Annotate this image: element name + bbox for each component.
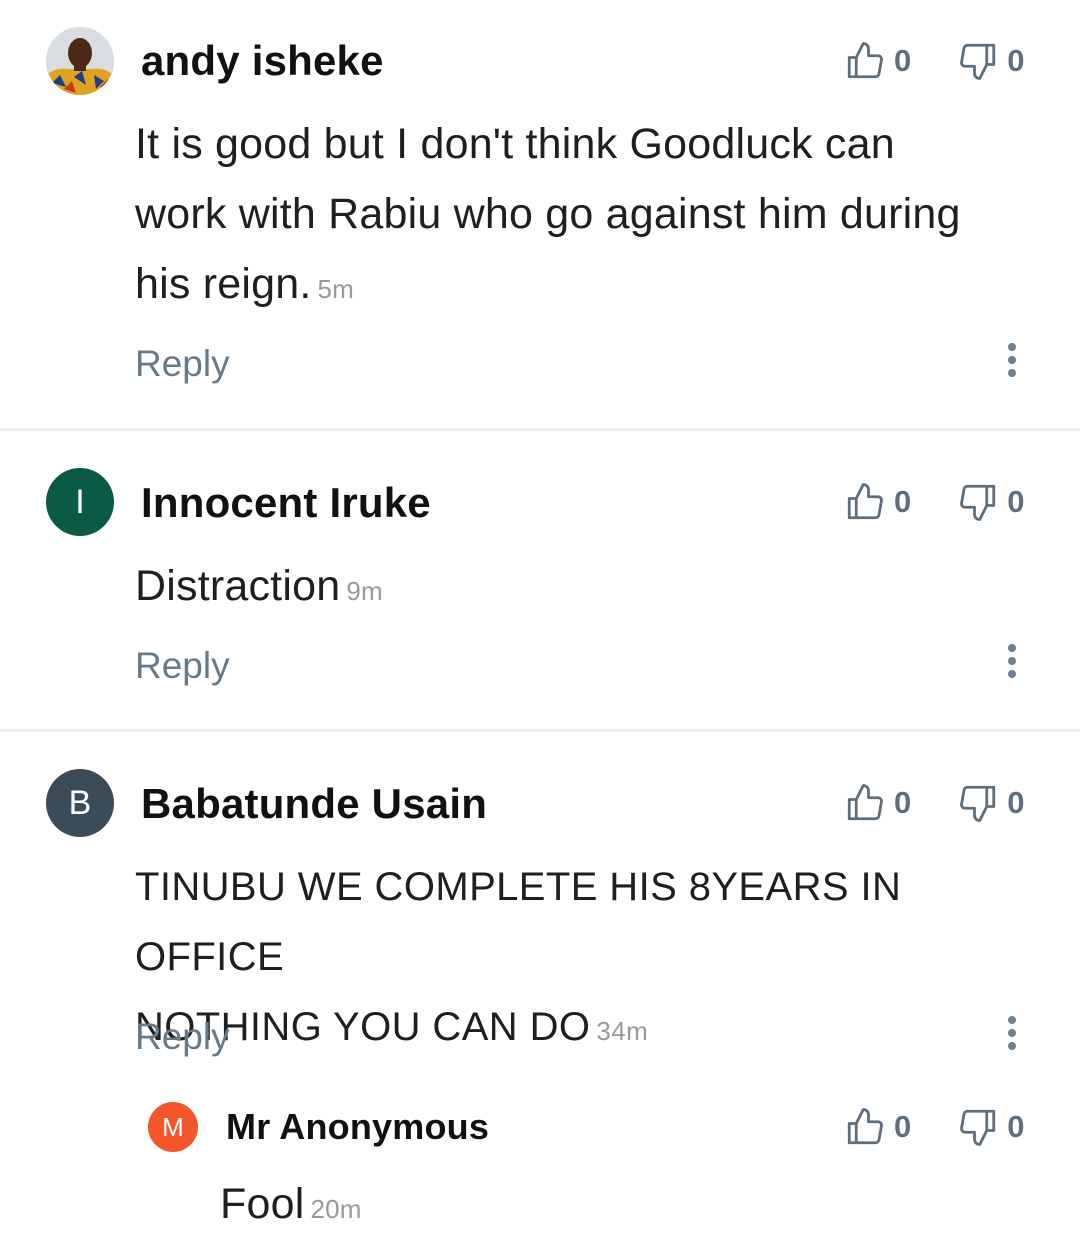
dislike-button[interactable]: 0: [957, 481, 1025, 523]
comment-timestamp: 5m: [317, 274, 355, 304]
vote-controls: 0 0: [844, 40, 1025, 82]
like-button[interactable]: 0: [844, 782, 911, 824]
comment-card: I Innocent Iruke 0 0 Distraction 9m Reply: [0, 431, 1080, 731]
dislike-count: 0: [1007, 1109, 1025, 1144]
like-count: 0: [894, 1109, 912, 1144]
comment-timestamp: 20m: [310, 1194, 362, 1224]
comment-timestamp: 9m: [346, 576, 383, 606]
more-vertical-icon: [1008, 644, 1016, 652]
comment-card: B Babatunde Usain 0 0 TINUBU WE COMPLETE…: [0, 732, 1080, 1238]
comment-author[interactable]: Babatunde Usain: [141, 780, 487, 828]
comment-line: It is good but I don't think Goodluck ca…: [135, 120, 895, 168]
dislike-button[interactable]: 0: [957, 40, 1025, 82]
more-options-button[interactable]: [1002, 1016, 1022, 1052]
comment-author[interactable]: Innocent Iruke: [141, 479, 431, 527]
reply-button[interactable]: Reply: [135, 1016, 230, 1058]
thumbs-up-icon: [847, 483, 883, 520]
avatar-initial: M: [162, 1111, 184, 1142]
more-options-button[interactable]: [1002, 343, 1022, 379]
comment-card: andy isheke 0 0 It is good but I don't t…: [0, 0, 1080, 430]
avatar[interactable]: I: [46, 468, 114, 536]
dislike-count: 0: [1007, 785, 1025, 820]
comment-author[interactable]: Mr Anonymous: [226, 1106, 489, 1148]
comment-line-last: Fool 20m: [220, 1169, 1020, 1244]
comment-timestamp: 34m: [596, 1016, 649, 1046]
more-options-button[interactable]: [1002, 644, 1022, 680]
comment-body: Fool 20m: [220, 1169, 1020, 1244]
dislike-button[interactable]: 0: [957, 782, 1025, 824]
like-count: 0: [894, 484, 912, 519]
thumbs-down-icon: [960, 484, 996, 521]
comment-body: TINUBU WE COMPLETE HIS 8YEARS IN OFFICE …: [135, 852, 1055, 1066]
dislike-count: 0: [1007, 43, 1025, 78]
avatar-initial: B: [68, 783, 92, 822]
reply-button[interactable]: Reply: [135, 343, 230, 385]
avatar[interactable]: M: [148, 1102, 198, 1152]
like-button[interactable]: 0: [844, 40, 911, 82]
avatar[interactable]: B: [46, 769, 114, 837]
comment-line: Distraction: [135, 562, 341, 610]
avatar-initial: I: [75, 482, 85, 521]
thumbs-up-icon: [847, 784, 883, 821]
user-photo-icon: [46, 27, 114, 95]
comment-line: his reign.: [135, 260, 312, 308]
vote-controls: 0 0: [844, 481, 1025, 523]
thumbs-down-icon: [960, 785, 996, 822]
like-button[interactable]: 0: [844, 481, 911, 523]
dislike-count: 0: [1007, 484, 1025, 519]
comment-body: It is good but I don't think Goodluck ca…: [135, 109, 1055, 324]
comment-line-last: Distraction 9m: [135, 551, 1055, 626]
vote-controls: 0 0: [844, 782, 1025, 824]
comment-line: TINUBU WE COMPLETE HIS 8YEARS IN OFFICE: [135, 865, 902, 979]
thumbs-up-icon: [847, 42, 883, 79]
more-vertical-icon: [1008, 343, 1016, 351]
comment-line-last: his reign. 5m: [135, 249, 1055, 324]
avatar[interactable]: [46, 27, 114, 95]
dislike-button[interactable]: 0: [957, 1106, 1025, 1148]
like-button[interactable]: 0: [844, 1106, 911, 1148]
comment-line: Fool: [220, 1180, 305, 1228]
comment-line: work with Rabiu who go against him durin…: [135, 190, 961, 238]
thumbs-up-icon: [847, 1108, 883, 1145]
like-count: 0: [894, 785, 912, 820]
more-vertical-icon: [1008, 1016, 1016, 1024]
comment-author[interactable]: andy isheke: [141, 37, 384, 85]
comment-body: Distraction 9m: [135, 551, 1055, 626]
thumbs-down-icon: [960, 43, 996, 80]
thumbs-down-icon: [960, 1109, 996, 1146]
reply-button[interactable]: Reply: [135, 645, 230, 687]
comment-line-last: NOTHING YOU CAN DO 34m: [135, 992, 1055, 1066]
like-count: 0: [894, 43, 912, 78]
vote-controls: 0 0: [844, 1106, 1025, 1148]
